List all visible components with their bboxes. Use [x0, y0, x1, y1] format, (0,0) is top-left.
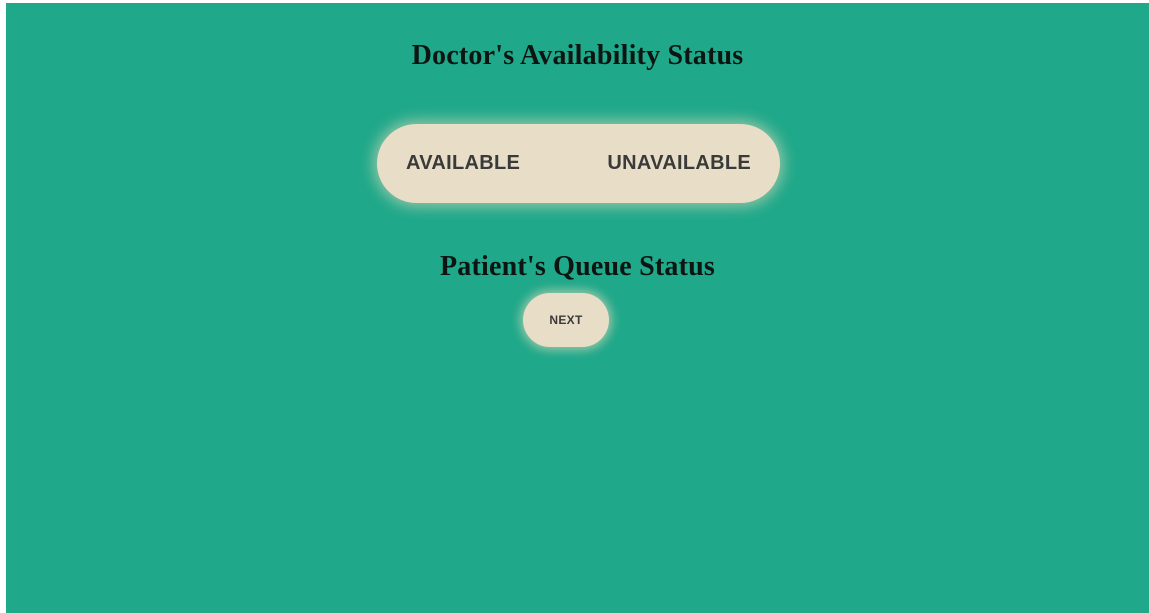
unavailable-button[interactable]: UNAVAILABLE [607, 152, 751, 175]
page-container: Doctor's Availability Status AVAILABLE U… [6, 3, 1149, 613]
patient-queue-heading: Patient's Queue Status [439, 251, 716, 282]
availability-toggle: AVAILABLE UNAVAILABLE [377, 124, 780, 203]
doctor-availability-heading: Doctor's Availability Status [411, 40, 744, 71]
next-button[interactable]: NEXT [523, 293, 609, 347]
available-button[interactable]: AVAILABLE [406, 152, 520, 175]
